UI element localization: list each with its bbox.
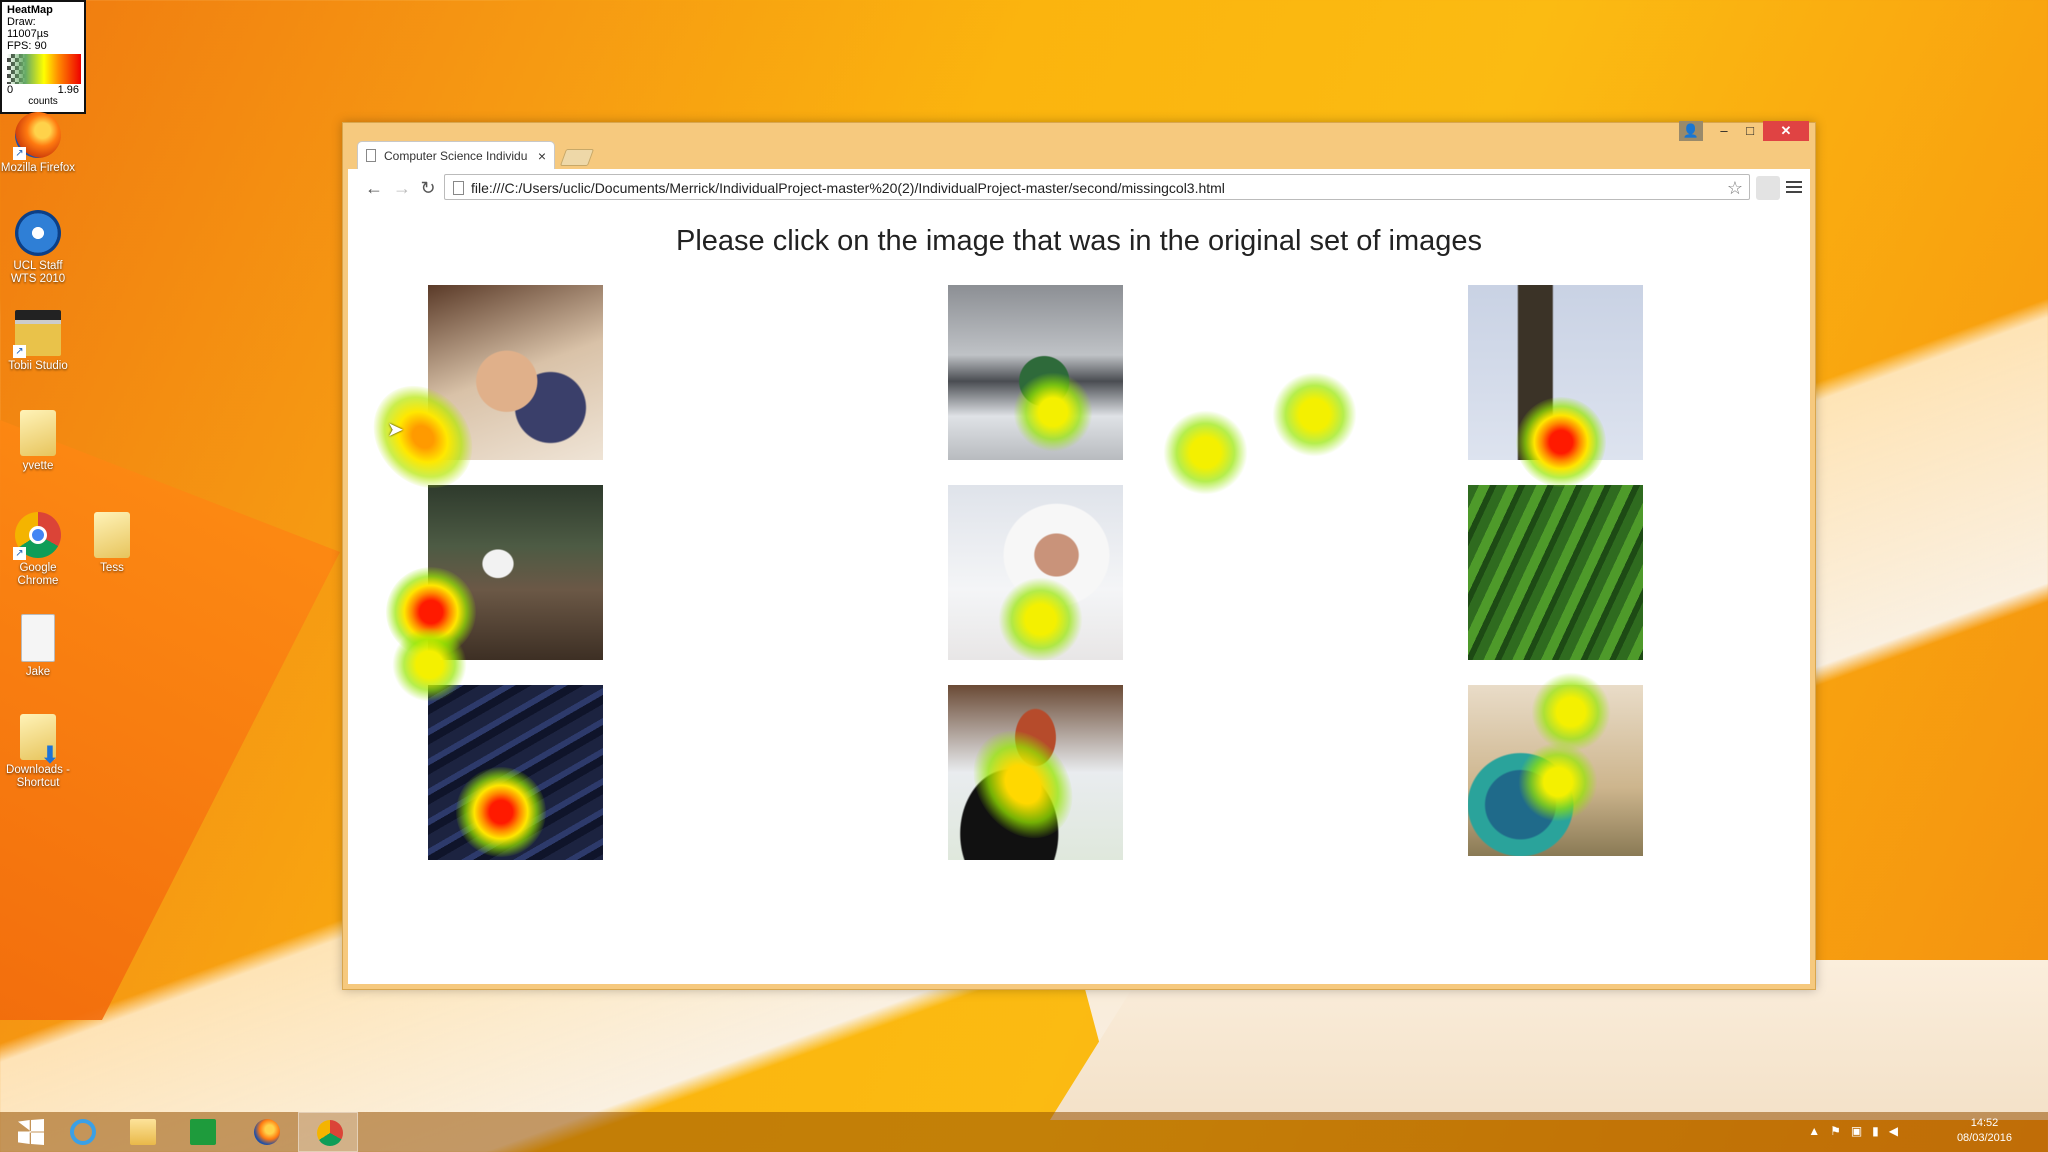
forward-arrow-icon[interactable]: →	[390, 176, 414, 200]
desktop-icon-jake[interactable]: Jake	[0, 614, 76, 679]
image-keyboard[interactable]	[428, 685, 603, 860]
chrome-icon	[13, 512, 61, 560]
desktop-icon-tess[interactable]: Tess	[74, 512, 150, 575]
image-headphones-path[interactable]	[428, 485, 603, 660]
downloads-folder-icon	[20, 714, 60, 762]
image-big-ben[interactable]	[1468, 285, 1643, 460]
internet-explorer-icon	[70, 1119, 96, 1145]
page-icon	[453, 181, 464, 195]
address-bar[interactable]: file:///C:/Users/uclic/Documents/Merrick…	[444, 174, 1750, 200]
heatmap-fps: FPS: 90	[7, 40, 47, 52]
tobii-studio-icon	[13, 310, 61, 358]
taskbar: ▲⚑▣▮◀ 14:52 08/03/2016	[0, 1112, 2048, 1152]
page-content: Please click on the image that was in th…	[348, 207, 1810, 984]
desktop-icon-label: Jake	[25, 666, 51, 678]
heatmap-blob	[1272, 372, 1357, 457]
desktop-icon-label: UCL Staff WTS 2010	[10, 260, 66, 285]
back-arrow-icon[interactable]: ←	[362, 176, 386, 200]
heatmap-color-scale	[7, 54, 81, 84]
heatmap-unit: counts	[28, 96, 58, 107]
image-cucumbers[interactable]	[1468, 485, 1643, 660]
menu-icon[interactable]	[1786, 178, 1802, 196]
firefox-icon	[13, 112, 61, 160]
file-explorer-icon	[130, 1119, 156, 1145]
chrome-icon	[317, 1120, 343, 1146]
heatmap-title: HeatMap	[7, 4, 53, 16]
browser-window: 👤 – □ ✕ Computer Science Individu × ← → …	[342, 121, 1816, 990]
reload-icon[interactable]: ↻	[416, 176, 440, 200]
heatmap-blob	[1163, 410, 1248, 495]
image-sleeping-child[interactable]	[428, 285, 603, 460]
image-hot-dog[interactable]	[948, 685, 1123, 860]
folder-icon	[94, 512, 130, 558]
clock-time: 14:52	[1970, 1117, 1999, 1129]
tab-bar: Computer Science Individu ×	[351, 133, 1807, 169]
taskbar-store[interactable]	[172, 1112, 232, 1152]
tab-title: Computer Science Individu	[384, 148, 528, 163]
heatmap-legend: HeatMap Draw: 11007µs FPS: 90 0 1.96 cou…	[0, 0, 86, 114]
taskbar-chrome[interactable]	[298, 1112, 358, 1152]
document-icon	[21, 614, 55, 662]
desktop-icon-label: yvette	[22, 460, 54, 472]
image-woman-fur-hood[interactable]	[948, 485, 1123, 660]
start-button[interactable]	[0, 1112, 60, 1152]
desktop-icon-label: Google Chrome	[17, 562, 59, 587]
desktop-icon-label: Tess	[100, 562, 124, 574]
browser-toolbar: ← → ↻ file:///C:/Users/uclic/Documents/M…	[348, 169, 1810, 208]
desktop-icon-label: Mozilla Firefox	[0, 162, 76, 174]
bookmark-star-icon[interactable]: ☆	[1727, 175, 1743, 199]
url-text: file:///C:/Users/uclic/Documents/Merrick…	[471, 180, 1225, 196]
image-parrot[interactable]	[1468, 685, 1643, 856]
desktop-icon-label: Tobii Studio	[8, 360, 68, 372]
desktop-icon-firefox[interactable]: Mozilla Firefox	[0, 112, 76, 175]
desktop-icon-chrome[interactable]: Google Chrome	[0, 512, 76, 588]
page-heading: Please click on the image that was in th…	[676, 225, 1482, 257]
browser-tab[interactable]: Computer Science Individu ×	[357, 141, 555, 169]
desktop-icon-tobii[interactable]: Tobii Studio	[0, 310, 76, 373]
taskbar-firefox[interactable]	[236, 1112, 296, 1152]
image-train-snow[interactable]	[948, 285, 1123, 460]
store-icon	[190, 1119, 216, 1145]
extension-icon[interactable]	[1756, 176, 1780, 200]
mouse-cursor-icon: ➤	[387, 419, 404, 441]
new-tab-button[interactable]	[559, 149, 595, 166]
desktop-icon-ucl-wts[interactable]: UCL Staff WTS 2010	[0, 210, 76, 286]
clock-date: 08/03/2016	[1956, 1132, 2012, 1144]
taskbar-file-explorer[interactable]	[112, 1112, 172, 1152]
system-tray[interactable]: ▲⚑▣▮◀	[1808, 1124, 1908, 1138]
firefox-icon	[254, 1119, 280, 1145]
folder-icon	[20, 410, 56, 456]
heatmap-min: 0	[7, 84, 14, 96]
heatmap-draw-time: Draw: 11007µs	[7, 16, 49, 40]
page-icon	[366, 149, 376, 162]
clock[interactable]: 14:52 08/03/2016	[1957, 1116, 2012, 1146]
heatmap-max: 1.96	[57, 84, 79, 96]
ucl-wts-icon	[15, 210, 61, 256]
close-tab-icon[interactable]: ×	[538, 148, 546, 164]
desktop-icon-downloads[interactable]: Downloads - Shortcut	[0, 714, 76, 790]
desktop-icon-yvette[interactable]: yvette	[0, 410, 76, 473]
taskbar-internet-explorer[interactable]	[52, 1112, 112, 1152]
desktop-icon-label: Downloads - Shortcut	[6, 764, 70, 789]
start-icon	[18, 1119, 44, 1145]
